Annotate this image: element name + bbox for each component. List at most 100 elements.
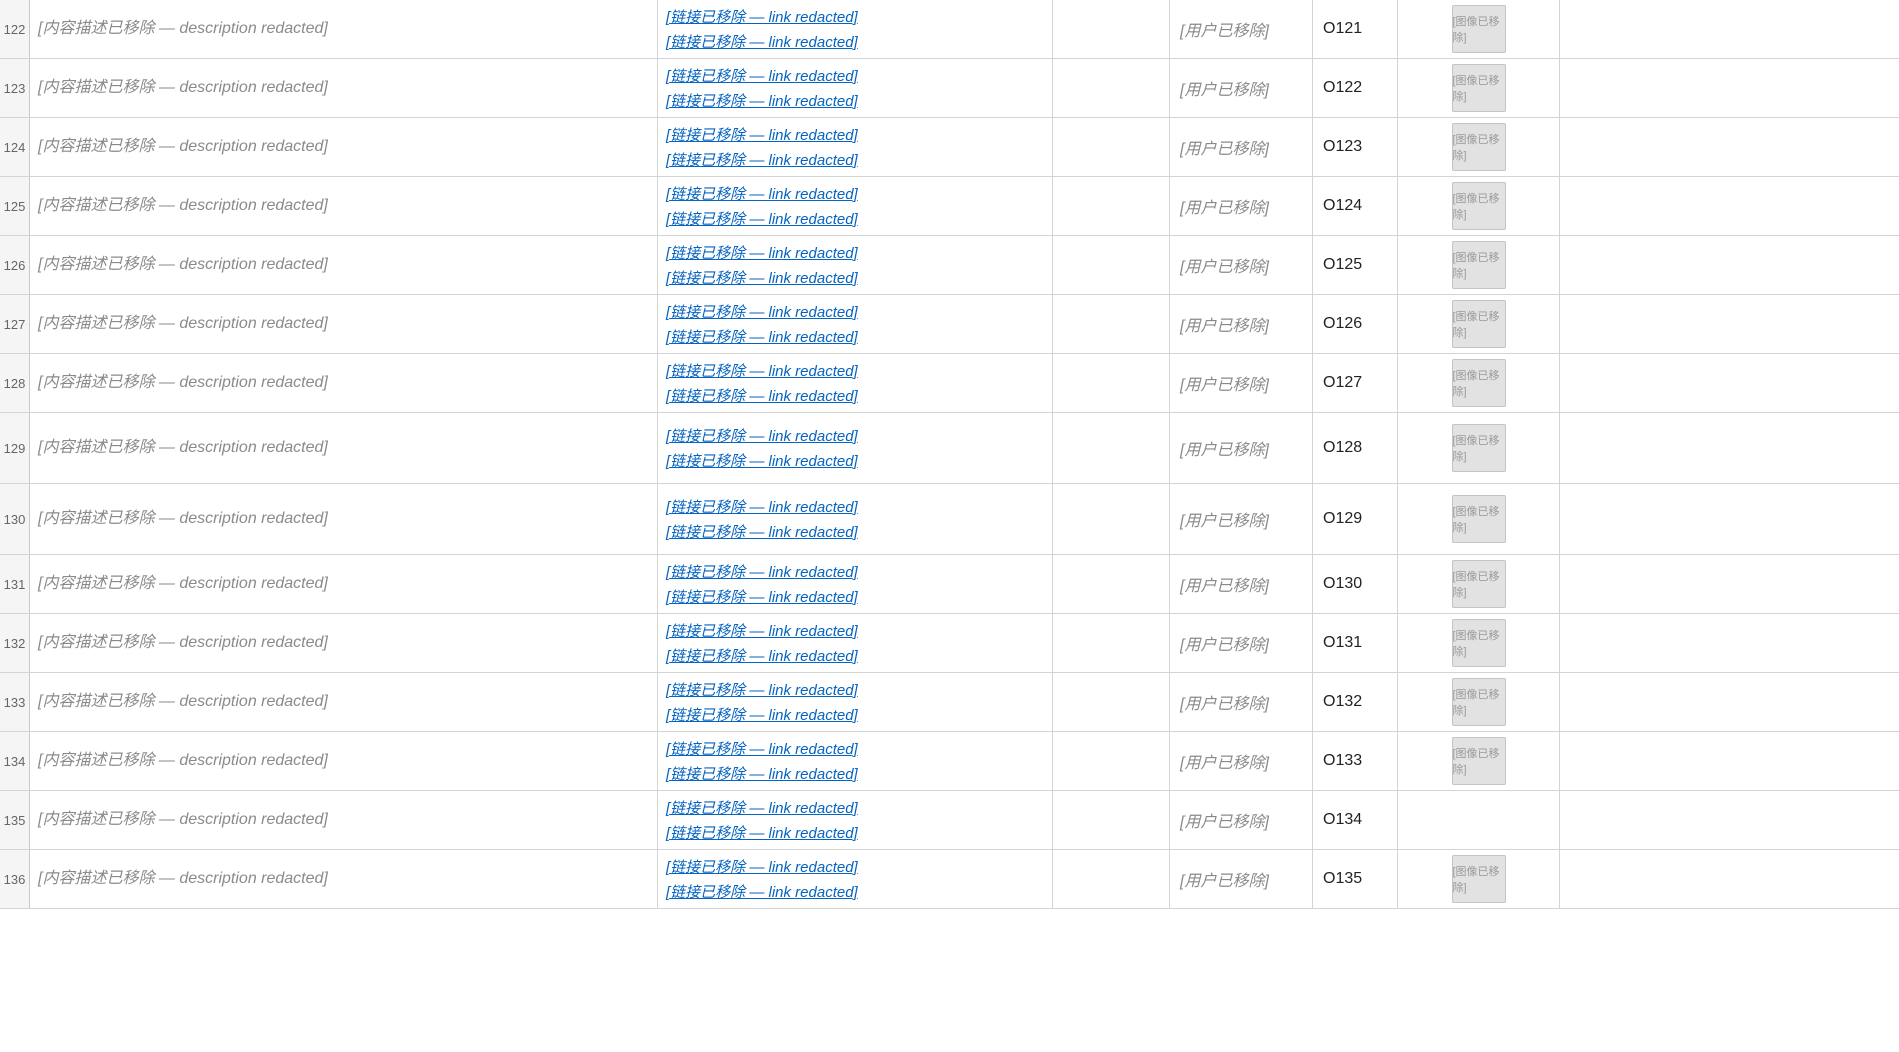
- thumbnail-cell[interactable]: [图像已移除]: [1398, 59, 1560, 117]
- trailing-empty-cell[interactable]: [1560, 59, 1899, 117]
- download-link-2[interactable]: [链接已移除 — link redacted]: [666, 645, 858, 666]
- download-link-1[interactable]: [链接已移除 — link redacted]: [666, 496, 858, 517]
- download-link-2[interactable]: [链接已移除 — link redacted]: [666, 385, 858, 406]
- trailing-empty-cell[interactable]: [1560, 0, 1899, 58]
- row-number[interactable]: 132: [0, 614, 30, 672]
- download-link-1[interactable]: [链接已移除 — link redacted]: [666, 183, 858, 204]
- download-link-2[interactable]: [链接已移除 — link redacted]: [666, 586, 858, 607]
- thumbnail-cell[interactable]: [1398, 791, 1560, 849]
- description-cell[interactable]: [内容描述已移除 — description redacted]: [30, 614, 658, 672]
- row-number[interactable]: 134: [0, 732, 30, 790]
- description-cell[interactable]: [内容描述已移除 — description redacted]: [30, 0, 658, 58]
- empty-cell[interactable]: [1053, 413, 1170, 483]
- uploader-cell[interactable]: [用户已移除]: [1170, 791, 1313, 849]
- trailing-empty-cell[interactable]: [1560, 118, 1899, 176]
- code-cell[interactable]: O125: [1313, 236, 1398, 294]
- empty-cell[interactable]: [1053, 295, 1170, 353]
- uploader-cell[interactable]: [用户已移除]: [1170, 236, 1313, 294]
- trailing-empty-cell[interactable]: [1560, 791, 1899, 849]
- download-link-2[interactable]: [链接已移除 — link redacted]: [666, 326, 858, 347]
- empty-cell[interactable]: [1053, 614, 1170, 672]
- row-number[interactable]: 130: [0, 484, 30, 554]
- uploader-cell[interactable]: [用户已移除]: [1170, 118, 1313, 176]
- download-link-2[interactable]: [链接已移除 — link redacted]: [666, 521, 858, 542]
- uploader-cell[interactable]: [用户已移除]: [1170, 555, 1313, 613]
- code-cell[interactable]: O121: [1313, 0, 1398, 58]
- row-number[interactable]: 127: [0, 295, 30, 353]
- code-cell[interactable]: O127: [1313, 354, 1398, 412]
- description-cell[interactable]: [内容描述已移除 — description redacted]: [30, 732, 658, 790]
- row-number[interactable]: 133: [0, 673, 30, 731]
- row-number[interactable]: 124: [0, 118, 30, 176]
- empty-cell[interactable]: [1053, 791, 1170, 849]
- download-link-2[interactable]: [链接已移除 — link redacted]: [666, 149, 858, 170]
- download-link-1[interactable]: [链接已移除 — link redacted]: [666, 425, 858, 446]
- trailing-empty-cell[interactable]: [1560, 673, 1899, 731]
- row-number[interactable]: 129: [0, 413, 30, 483]
- download-link-2[interactable]: [链接已移除 — link redacted]: [666, 704, 858, 725]
- code-cell[interactable]: O129: [1313, 484, 1398, 554]
- code-cell[interactable]: O123: [1313, 118, 1398, 176]
- description-cell[interactable]: [内容描述已移除 — description redacted]: [30, 295, 658, 353]
- uploader-cell[interactable]: [用户已移除]: [1170, 850, 1313, 908]
- empty-cell[interactable]: [1053, 0, 1170, 58]
- download-link-1[interactable]: [链接已移除 — link redacted]: [666, 620, 858, 641]
- empty-cell[interactable]: [1053, 850, 1170, 908]
- thumbnail-cell[interactable]: [图像已移除]: [1398, 614, 1560, 672]
- thumbnail-cell[interactable]: [图像已移除]: [1398, 673, 1560, 731]
- empty-cell[interactable]: [1053, 555, 1170, 613]
- description-cell[interactable]: [内容描述已移除 — description redacted]: [30, 850, 658, 908]
- empty-cell[interactable]: [1053, 236, 1170, 294]
- uploader-cell[interactable]: [用户已移除]: [1170, 484, 1313, 554]
- trailing-empty-cell[interactable]: [1560, 614, 1899, 672]
- trailing-empty-cell[interactable]: [1560, 354, 1899, 412]
- row-number[interactable]: 128: [0, 354, 30, 412]
- description-cell[interactable]: [内容描述已移除 — description redacted]: [30, 118, 658, 176]
- download-link-2[interactable]: [链接已移除 — link redacted]: [666, 267, 858, 288]
- download-link-2[interactable]: [链接已移除 — link redacted]: [666, 822, 858, 843]
- description-cell[interactable]: [内容描述已移除 — description redacted]: [30, 354, 658, 412]
- thumbnail-cell[interactable]: [图像已移除]: [1398, 118, 1560, 176]
- uploader-cell[interactable]: [用户已移除]: [1170, 177, 1313, 235]
- thumbnail-cell[interactable]: [图像已移除]: [1398, 484, 1560, 554]
- code-cell[interactable]: O131: [1313, 614, 1398, 672]
- download-link-1[interactable]: [链接已移除 — link redacted]: [666, 561, 858, 582]
- trailing-empty-cell[interactable]: [1560, 413, 1899, 483]
- empty-cell[interactable]: [1053, 732, 1170, 790]
- code-cell[interactable]: O133: [1313, 732, 1398, 790]
- empty-cell[interactable]: [1053, 673, 1170, 731]
- description-cell[interactable]: [内容描述已移除 — description redacted]: [30, 413, 658, 483]
- uploader-cell[interactable]: [用户已移除]: [1170, 59, 1313, 117]
- thumbnail-cell[interactable]: [图像已移除]: [1398, 555, 1560, 613]
- download-link-1[interactable]: [链接已移除 — link redacted]: [666, 65, 858, 86]
- trailing-empty-cell[interactable]: [1560, 732, 1899, 790]
- download-link-1[interactable]: [链接已移除 — link redacted]: [666, 738, 858, 759]
- empty-cell[interactable]: [1053, 118, 1170, 176]
- row-number[interactable]: 135: [0, 791, 30, 849]
- thumbnail-cell[interactable]: [图像已移除]: [1398, 413, 1560, 483]
- code-cell[interactable]: O126: [1313, 295, 1398, 353]
- code-cell[interactable]: O122: [1313, 59, 1398, 117]
- thumbnail-cell[interactable]: [图像已移除]: [1398, 295, 1560, 353]
- row-number[interactable]: 136: [0, 850, 30, 908]
- download-link-1[interactable]: [链接已移除 — link redacted]: [666, 242, 858, 263]
- thumbnail-cell[interactable]: [图像已移除]: [1398, 850, 1560, 908]
- download-link-2[interactable]: [链接已移除 — link redacted]: [666, 90, 858, 111]
- uploader-cell[interactable]: [用户已移除]: [1170, 673, 1313, 731]
- row-number[interactable]: 131: [0, 555, 30, 613]
- code-cell[interactable]: O124: [1313, 177, 1398, 235]
- download-link-1[interactable]: [链接已移除 — link redacted]: [666, 679, 858, 700]
- download-link-1[interactable]: [链接已移除 — link redacted]: [666, 856, 858, 877]
- code-cell[interactable]: O134: [1313, 791, 1398, 849]
- download-link-1[interactable]: [链接已移除 — link redacted]: [666, 6, 858, 27]
- row-number[interactable]: 122: [0, 0, 30, 58]
- thumbnail-cell[interactable]: [图像已移除]: [1398, 732, 1560, 790]
- thumbnail-cell[interactable]: [图像已移除]: [1398, 177, 1560, 235]
- description-cell[interactable]: [内容描述已移除 — description redacted]: [30, 59, 658, 117]
- trailing-empty-cell[interactable]: [1560, 850, 1899, 908]
- row-number[interactable]: 123: [0, 59, 30, 117]
- download-link-2[interactable]: [链接已移除 — link redacted]: [666, 208, 858, 229]
- thumbnail-cell[interactable]: [图像已移除]: [1398, 354, 1560, 412]
- download-link-2[interactable]: [链接已移除 — link redacted]: [666, 763, 858, 784]
- download-link-2[interactable]: [链接已移除 — link redacted]: [666, 881, 858, 902]
